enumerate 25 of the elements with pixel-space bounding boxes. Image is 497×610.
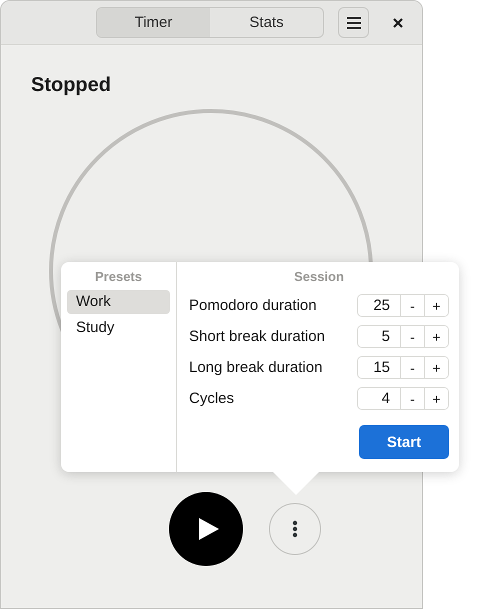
value-field[interactable]: 15 (358, 357, 400, 378)
view-tab[interactable]: Timer (97, 8, 210, 37)
menu-icon (346, 16, 360, 28)
play-icon (198, 517, 220, 541)
value-field[interactable]: 25 (358, 295, 400, 316)
increment-button[interactable]: + (424, 388, 448, 409)
menu-button[interactable] (338, 7, 369, 38)
more-icon (292, 520, 298, 538)
timer-status: Stopped (31, 73, 111, 98)
increment-button[interactable]: + (424, 357, 448, 378)
value-field[interactable]: 5 (358, 326, 400, 347)
preset-item[interactable]: Work (67, 290, 170, 314)
increment-button[interactable]: + (424, 326, 448, 347)
view-tab[interactable]: Stats (210, 8, 323, 37)
setting-label: Cycles (189, 390, 234, 407)
session-heading: Session (294, 268, 344, 286)
close-icon (393, 18, 403, 28)
setting-label: Pomodoro duration (189, 297, 317, 314)
preset-item[interactable]: Study (67, 316, 170, 340)
increment-button[interactable]: + (424, 295, 448, 316)
start-button[interactable]: Start (359, 425, 449, 459)
presets-heading: Presets (95, 268, 142, 286)
setting-label: Short break duration (189, 328, 325, 345)
setting-label: Long break duration (189, 359, 322, 376)
value-field[interactable]: 4 (358, 388, 400, 409)
